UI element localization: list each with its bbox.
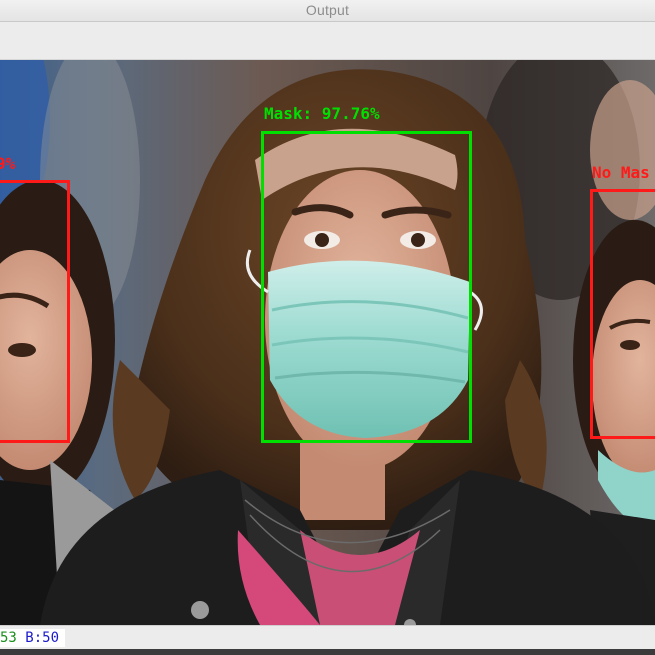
window-bottom-edge [0,649,655,655]
detection-label-center: Mask: 97.76% [264,104,380,123]
pixel-value-readout: 53 B:50 [0,629,66,647]
detection-label-left: 9% [0,154,16,173]
toolbar [0,22,655,60]
detection-box-left [0,180,70,443]
detection-box-right [590,189,655,439]
readout-green-value: 53 [0,630,17,646]
detection-box-center [261,131,472,443]
window-title: Output [305,2,350,18]
title-bar[interactable]: Output [0,0,655,22]
detection-label-right: No Mas [592,163,650,182]
output-window: Output 9% Mask: 97.76% No Mas 53 B:50 [0,0,655,655]
readout-blue-value: B:50 [25,630,60,646]
image-view[interactable]: 9% Mask: 97.76% No Mas [0,60,655,625]
